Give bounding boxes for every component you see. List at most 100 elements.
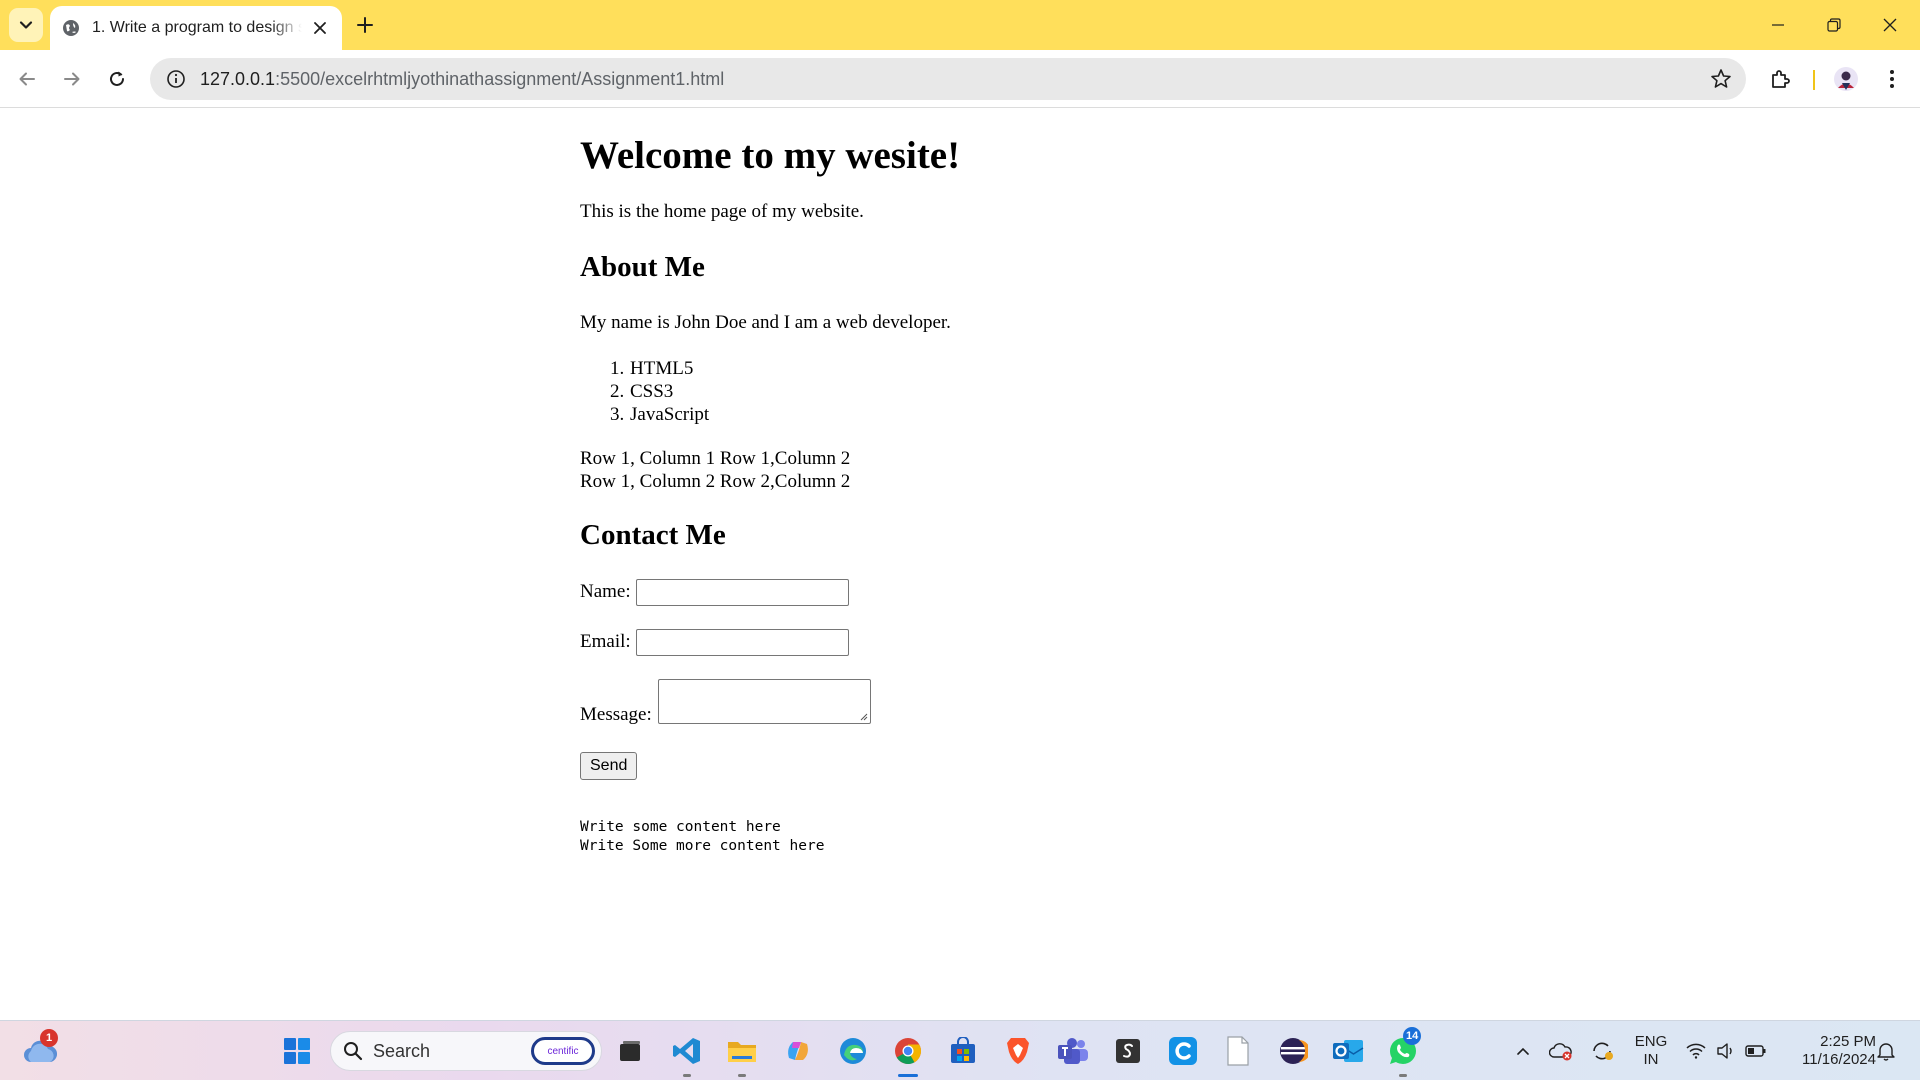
battery-status[interactable] (1736, 1031, 1776, 1071)
notepad-app[interactable] (1218, 1031, 1258, 1071)
list-number: 1. (610, 358, 625, 380)
running-indicator (1399, 1074, 1407, 1077)
region-label: IN (1643, 1051, 1659, 1068)
globe-icon (63, 20, 79, 36)
sync-status[interactable] (1582, 1031, 1622, 1071)
language-label: ENG (1634, 1033, 1668, 1050)
c-app-icon (1169, 1037, 1197, 1065)
url-path: :5500/excelrhtmljyothinathassignment/Ass… (275, 68, 725, 89)
weather-badge: 1 (40, 1029, 58, 1047)
site-info-button[interactable] (156, 58, 196, 100)
vscode-app[interactable] (667, 1031, 707, 1077)
url-text[interactable]: 127.0.0.1:5500/excelrhtmljyothinathassig… (200, 69, 724, 90)
pre-line: Write some content here (580, 819, 781, 836)
edge-app[interactable] (833, 1031, 873, 1071)
resize-grip-icon[interactable] (859, 712, 868, 721)
weather-widget[interactable]: 1 (20, 1029, 60, 1071)
task-view-button[interactable] (610, 1031, 650, 1071)
new-tab-button[interactable] (350, 10, 380, 40)
folder-icon (728, 1042, 756, 1062)
eclipse-app[interactable] (1273, 1031, 1313, 1071)
bookmark-star-icon[interactable] (1710, 68, 1732, 90)
search-icon (344, 1042, 363, 1061)
list-number: 3. (610, 404, 625, 426)
table-cell: Row 2,Column 2 (719, 471, 851, 493)
name-field[interactable] (635, 578, 849, 606)
reload-icon (110, 71, 124, 86)
start-button[interactable] (277, 1031, 317, 1071)
address-bar[interactable]: 127.0.0.1:5500/excelrhtmljyothinathassig… (150, 58, 1746, 100)
list-item-label: JavaScript (630, 404, 710, 426)
table-row: Row 1, Column 2 Row 2,Column 2 (580, 470, 1480, 493)
chevron-up-icon (1517, 1047, 1529, 1055)
send-button[interactable]: Send (580, 752, 638, 781)
close-window-button[interactable] (1862, 0, 1918, 50)
forward-button[interactable] (54, 61, 90, 97)
taskbar-search[interactable]: Search centific (330, 1031, 602, 1071)
toolbar-divider (1813, 70, 1815, 90)
browser-toolbar: 127.0.0.1:5500/excelrhtmljyothinathassig… (0, 50, 1920, 108)
arrow-left-icon (19, 72, 35, 86)
email-field[interactable] (635, 628, 849, 656)
puzzle-icon (1772, 70, 1790, 88)
brave-icon (1007, 1038, 1029, 1064)
restore-button[interactable] (1806, 0, 1862, 50)
list-number: 2. (610, 381, 625, 403)
minimize-button[interactable] (1750, 0, 1806, 50)
page-content: Welcome to my wesite! This is the home p… (580, 108, 1480, 856)
outlook-icon (1333, 1040, 1364, 1062)
pre-line: Write Some more content here (580, 838, 825, 855)
active-tab[interactable]: 1. Write a program to design se (50, 6, 342, 50)
outlook-app[interactable] (1328, 1031, 1368, 1071)
menu-button[interactable] (1874, 61, 1910, 97)
name-label: Name: (580, 581, 631, 603)
profile-button[interactable] (1828, 61, 1864, 97)
table-cell: Row 1, Column 1 (580, 448, 716, 470)
tab-strip: 1. Write a program to design se (0, 0, 1920, 50)
tab-close-icon[interactable] (310, 18, 330, 38)
show-hidden-icons-button[interactable] (1503, 1031, 1543, 1071)
data-table: Row 1, Column 1 Row 1,Column 2 Row 1, Co… (580, 447, 1480, 493)
back-button[interactable] (9, 61, 45, 97)
task-view-icon (620, 1041, 640, 1061)
whatsapp-badge: 14 (1403, 1027, 1422, 1045)
reload-button[interactable] (99, 61, 135, 97)
minimize-icon (1772, 24, 1784, 26)
avatar-icon (1834, 67, 1858, 91)
message-label: Message: (580, 704, 652, 726)
name-row: Name: (580, 578, 1480, 606)
file-explorer-app[interactable] (722, 1031, 762, 1077)
message-field[interactable] (657, 679, 871, 725)
info-icon (167, 70, 185, 88)
eclipse-icon (1280, 1038, 1308, 1064)
tab-search-button[interactable] (9, 8, 43, 42)
onedrive-status[interactable] (1541, 1031, 1581, 1071)
table-cell: Row 1, Column 2 (580, 471, 716, 493)
windows-logo-icon (284, 1038, 310, 1064)
cloud-error-icon (1549, 1043, 1572, 1061)
brave-app[interactable] (998, 1031, 1038, 1071)
contact-heading: Contact Me (580, 519, 726, 552)
store-icon (951, 1037, 975, 1063)
table-cell: Row 1,Column 2 (719, 448, 851, 470)
notifications-button[interactable] (1866, 1031, 1906, 1071)
store-app[interactable] (943, 1031, 983, 1071)
teams-app[interactable] (1053, 1031, 1093, 1071)
language-indicator[interactable]: ENG IN (1628, 1033, 1674, 1069)
sublime-app[interactable] (1108, 1031, 1148, 1071)
sublime-icon (1116, 1039, 1140, 1063)
skills-list: 1. HTML5 2. CSS3 3. JavaScript (580, 357, 1480, 426)
chrome-app[interactable] (888, 1031, 928, 1077)
more-vert-icon (1890, 70, 1894, 88)
close-icon (1883, 18, 1897, 32)
extensions-button[interactable] (1762, 61, 1798, 97)
chevron-down-icon (19, 21, 33, 29)
restore-icon (1827, 18, 1841, 32)
clock[interactable]: 2:25 PM 11/16/2024 (1782, 1033, 1876, 1069)
edge-icon (840, 1038, 866, 1064)
copilot-app[interactable] (778, 1031, 818, 1071)
list-item: 1. HTML5 (610, 357, 1480, 380)
cursor-app[interactable] (1163, 1031, 1203, 1071)
whatsapp-app[interactable]: 14 (1383, 1027, 1423, 1077)
wifi-icon (1686, 1043, 1706, 1059)
